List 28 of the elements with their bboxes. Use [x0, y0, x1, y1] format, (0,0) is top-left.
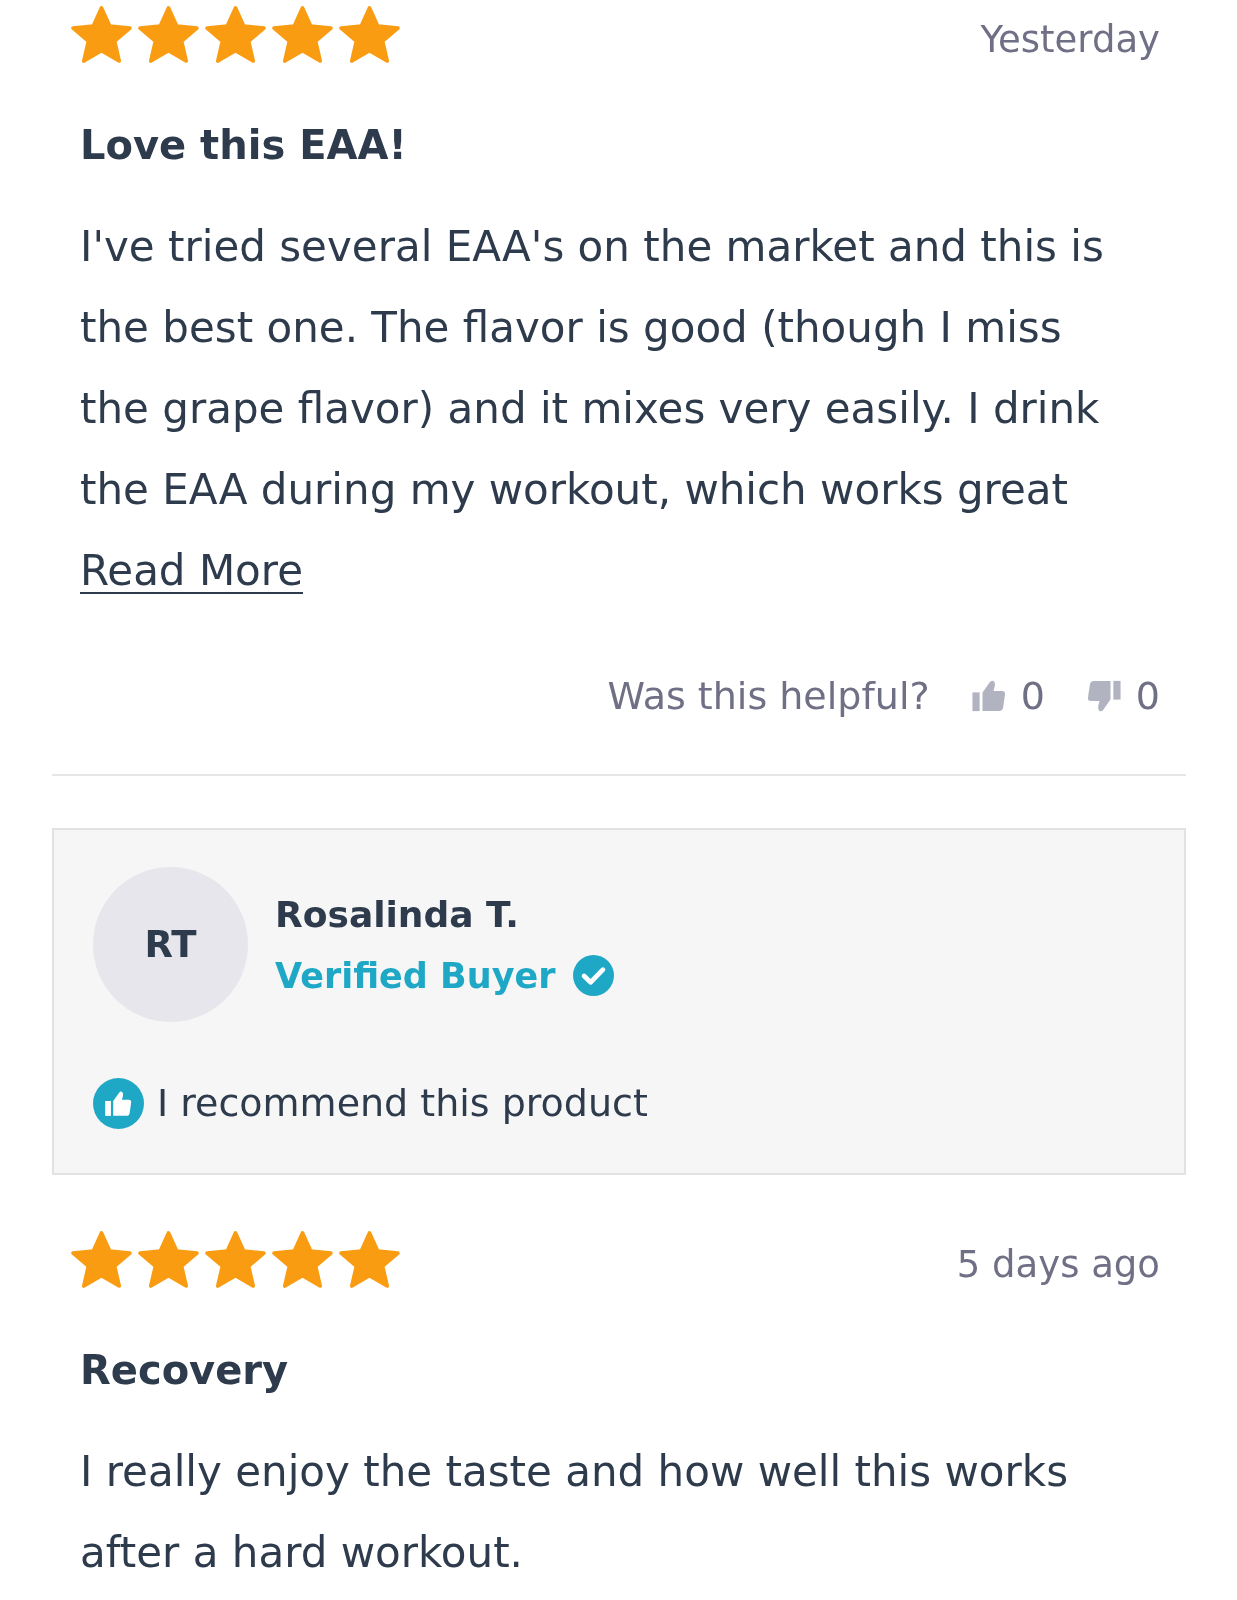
review-date: Yesterday — [980, 17, 1160, 63]
thumbs-down-icon — [1085, 678, 1122, 714]
review-text: I really enjoy the taste and how well this works after a hard workout. — [80, 1446, 1070, 1579]
unhelpful-vote-button[interactable]: 0 — [1085, 667, 1160, 725]
star-icon — [272, 5, 333, 64]
thumbs-up-icon — [970, 678, 1007, 714]
recommendation-text: I recommend this product — [157, 1080, 648, 1127]
avatar: RT — [93, 867, 248, 1022]
star-icon — [339, 5, 400, 64]
verified-buyer-label: Verified Buyer — [275, 954, 556, 997]
review-text: I've tried several EAA's on the market and this is the best one. The flavor is good (though I miss the grape flavor) and it mixes very easily. I drink the EAA during my workout, which works great — [80, 221, 1105, 516]
reviewer-name: Rosalinda T. — [275, 892, 520, 936]
star-icon — [71, 5, 132, 64]
thumbs-up-icon — [93, 1077, 144, 1129]
helpful-vote-button[interactable]: 0 — [970, 667, 1045, 725]
star-icon — [272, 1230, 333, 1289]
star-icon — [339, 1230, 400, 1289]
review-date: 5 days ago — [956, 1242, 1160, 1288]
review-title: Love this EAA! — [80, 121, 408, 169]
verified-check-icon — [572, 955, 614, 996]
read-more-link[interactable]: Read More — [80, 546, 303, 595]
star-icon — [138, 5, 199, 64]
star-icon — [138, 1230, 199, 1289]
star-icon — [205, 5, 266, 64]
review-title: Recovery — [80, 1346, 290, 1394]
star-icon — [71, 1230, 132, 1289]
helpful-prompt: Was this helpful? — [607, 673, 930, 720]
star-icon — [205, 1230, 266, 1289]
